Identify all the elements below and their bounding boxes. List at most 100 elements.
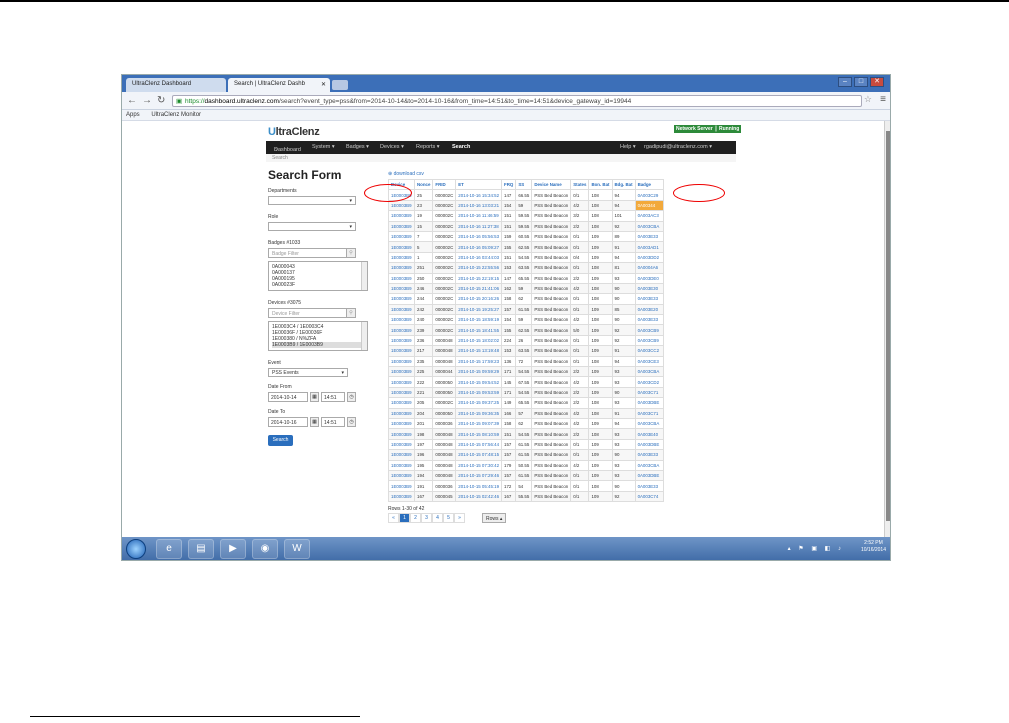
table-cell[interactable]: 2014-10-15 09:59:29 [455, 366, 503, 378]
table-cell[interactable]: 1E0003B9 [388, 459, 415, 471]
table-cell[interactable]: 1E0003B9 [388, 210, 415, 222]
column-header[interactable]: FRQ [501, 178, 517, 191]
table-cell[interactable]: 0A003E33 [634, 293, 664, 305]
table-cell[interactable]: 0A003DD2 [634, 251, 664, 264]
table-cell[interactable]: 0A003CE3 [634, 355, 664, 368]
column-header[interactable]: States [570, 178, 590, 191]
device-filter-input[interactable]: Device Filter ⚲ [268, 308, 356, 318]
table-cell[interactable]: 1E0003B9 [388, 282, 415, 295]
new-tab-button[interactable] [332, 80, 348, 90]
address-bar[interactable]: ▣ https://dashboard.ultraclenz.com/search… [172, 95, 862, 107]
page-scrollbar[interactable] [884, 121, 890, 537]
table-cell[interactable]: 0A0004A6 [634, 262, 664, 274]
table-cell[interactable]: 2014-10-15 19:25:27 [455, 303, 503, 316]
date-to-input[interactable]: 2014-10-16 [268, 417, 308, 427]
devices-listbox[interactable]: 1E0003C4 / 1E0003C4 1E00036F / 1E00036F … [268, 321, 368, 351]
column-header[interactable]: Nonce [413, 178, 434, 191]
table-cell[interactable]: 1E0003B9 [388, 397, 415, 409]
table-cell[interactable]: 0A003CB9 [634, 334, 664, 347]
table-cell[interactable]: 2014-10-15 07:48:15 [455, 449, 503, 461]
table-cell[interactable]: 2014-10-15 07:29:46 [455, 469, 503, 482]
table-cell[interactable]: 1E0003B9 [388, 345, 415, 357]
table-cell[interactable]: 1E0003B9 [388, 438, 415, 451]
table-cell[interactable]: 0A003DBE [634, 397, 664, 409]
table-cell[interactable]: 1E0003B9 [388, 314, 415, 326]
table-cell[interactable]: 0A003AC3 [634, 210, 664, 222]
explorer-icon[interactable]: ▤ [188, 539, 214, 559]
column-header[interactable]: Badge [634, 178, 664, 191]
time-from-input[interactable]: 14:51 [321, 392, 345, 402]
monitor-bookmark[interactable]: UltraClenz Monitor [151, 112, 201, 118]
table-cell[interactable]: 2014-10-16 03:44:03 [455, 251, 503, 264]
table-cell[interactable]: 1E0003B9 [388, 428, 415, 440]
search-icon[interactable]: ⚲ [346, 308, 356, 318]
table-cell[interactable]: 2014-10-15 13:19:48 [455, 345, 503, 357]
table-cell[interactable]: 0A003E30 [634, 282, 664, 295]
page-link[interactable]: 4 [432, 513, 443, 523]
table-cell[interactable]: 1E0003B9 [388, 334, 415, 347]
back-arrow-icon[interactable]: ← [127, 95, 137, 106]
page-link[interactable]: 1 [399, 513, 410, 523]
table-cell[interactable]: 0A003C74 [634, 490, 664, 503]
table-cell[interactable]: 1E0003B9 [388, 490, 415, 503]
table-cell[interactable]: 2014-10-15 07:56:44 [455, 438, 503, 451]
table-cell[interactable]: 0A003E20 [634, 303, 664, 316]
table-cell[interactable]: 2014-10-15 17:59:23 [455, 355, 503, 368]
column-header[interactable]: Bdg. Bat [611, 178, 636, 191]
table-cell[interactable]: 2014-10-16 05:09:27 [455, 241, 503, 253]
scrollbar-thumb[interactable] [886, 131, 890, 521]
table-cell[interactable]: 2014-10-15 22:55:56 [455, 262, 503, 274]
rows-per-page-button[interactable]: Rows ▴ [482, 513, 507, 523]
nav-reports[interactable]: Reports ▾ [416, 144, 440, 150]
role-select[interactable]: ▾ [268, 222, 356, 231]
table-cell[interactable]: 0A003CBA [634, 366, 664, 378]
table-cell[interactable]: 1E0003B9 [388, 220, 415, 232]
tray-icons[interactable]: ▴ ⚑ ▣ ◧ ♪ [788, 545, 844, 552]
reload-icon[interactable]: ↻ [157, 95, 165, 106]
table-cell[interactable]: 2014-10-15 07:30:42 [455, 459, 503, 471]
table-cell[interactable]: 1E0003B9 [388, 386, 415, 399]
tray-clock[interactable]: 2:52 PM 10/16/2014 [861, 540, 886, 554]
table-cell[interactable]: 2014-10-16 13:03:21 [455, 199, 503, 212]
table-cell[interactable]: 2014-10-15 02:42:46 [455, 490, 503, 503]
table-cell[interactable]: 0A003C71 [634, 407, 664, 420]
table-cell[interactable]: 1E0003B9 [388, 449, 415, 461]
table-cell[interactable]: 2014-10-15 20:16:26 [455, 293, 503, 305]
table-cell[interactable]: 0A00344 [634, 199, 664, 212]
table-cell[interactable]: 0A003DBE [634, 469, 664, 482]
date-from-input[interactable]: 2014-10-14 [268, 392, 308, 402]
table-cell[interactable]: 0A003E33 [634, 449, 664, 461]
table-cell[interactable]: 1E0003B9 [388, 251, 415, 264]
table-cell[interactable]: 1E0003B9 [388, 303, 415, 316]
table-cell[interactable]: 2014-10-15 18:02:02 [455, 334, 503, 347]
table-cell[interactable]: 0A003C29 [634, 189, 664, 201]
table-cell[interactable]: 0A003CC2 [634, 345, 664, 357]
table-cell[interactable]: 0A003C71 [634, 386, 664, 399]
table-cell[interactable]: 2014-10-16 15:34:52 [455, 189, 503, 201]
table-cell[interactable]: 2014-10-16 05:56:53 [455, 230, 503, 243]
apps-bookmark[interactable]: Apps [126, 112, 140, 118]
table-cell[interactable]: 2014-10-15 08:10:59 [455, 428, 503, 440]
table-cell[interactable]: 1E0003B9 [388, 230, 415, 243]
list-item[interactable]: 0A00023F [272, 282, 364, 288]
table-cell[interactable]: 1E0003B9 [388, 407, 415, 420]
start-button[interactable] [126, 539, 146, 559]
table-cell[interactable]: 0A003E40 [634, 428, 664, 440]
word-icon[interactable]: W [284, 539, 310, 559]
page-link[interactable]: 3 [421, 513, 432, 523]
page-link[interactable]: « [388, 513, 399, 523]
ie-icon[interactable]: e [156, 539, 182, 559]
event-select[interactable]: PSS Events ▾ [268, 368, 348, 377]
table-cell[interactable]: 2014-10-15 18:59:19 [455, 314, 503, 326]
table-cell[interactable]: 0A003E33 [634, 230, 664, 243]
table-cell[interactable]: 1E0003B9 [388, 366, 415, 378]
table-cell[interactable]: 2014-10-15 09:54:52 [455, 376, 503, 388]
calendar-icon[interactable]: ▦ [310, 417, 319, 427]
table-cell[interactable]: 1E0003B9 [388, 272, 415, 284]
table-cell[interactable]: 1E0003B9 [388, 376, 415, 388]
table-cell[interactable]: 2014-10-15 21:41:06 [455, 282, 503, 295]
table-cell[interactable]: 0A003CB9 [634, 324, 664, 336]
maximize-button[interactable]: □ [854, 77, 868, 87]
nav-user-menu[interactable]: rgadipudi@ultraclenz.com ▾ [644, 144, 712, 150]
departments-select[interactable]: ▾ [268, 196, 356, 205]
